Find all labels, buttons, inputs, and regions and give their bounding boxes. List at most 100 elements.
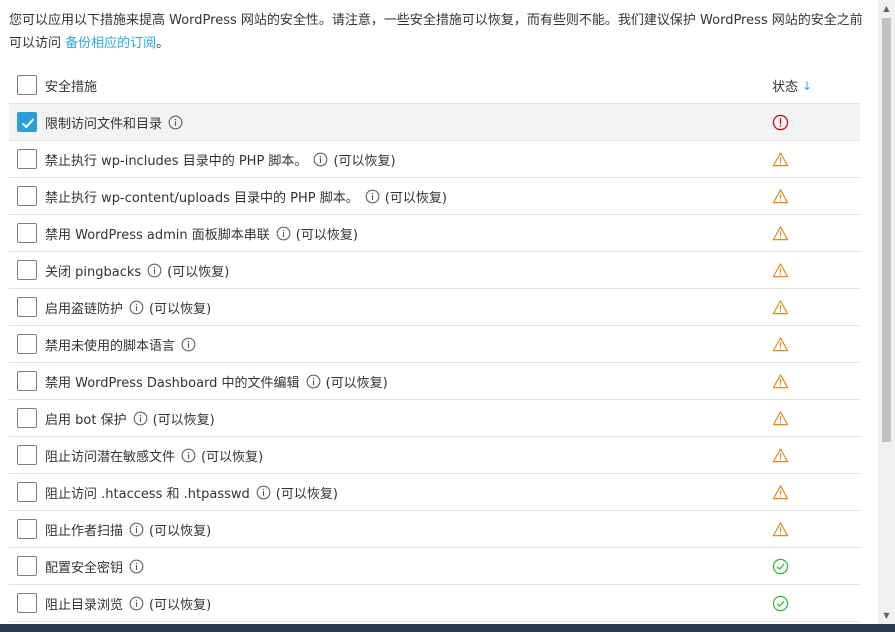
measure-name: 阻止访问潜在敏感文件 [45,450,176,465]
security-page: 您可以应用以下措施来提高 WordPress 网站的安全性。请注意，一些安全措施… [0,0,895,632]
table-row[interactable]: 阻止访问潜在敏感文件 (可以恢复) [9,437,860,474]
measure-name: 配置安全密钥 [45,561,124,576]
reversible-note: (可以恢复) [325,376,388,391]
measure-checkbox[interactable] [17,482,37,502]
vertical-scrollbar[interactable]: ▲ ▼ [878,0,895,632]
table-row[interactable]: 配置安全密钥 [9,548,860,585]
info-icon[interactable] [129,596,144,611]
info-icon[interactable] [168,115,183,130]
warning-status-icon [772,337,789,352]
reversible-note: (可以恢复) [149,524,212,539]
table-header: 安全措施 状态 ↓ [9,67,860,104]
measure-name: 阻止目录浏览 [45,598,124,613]
ok-status-icon [772,558,789,575]
warning-status-icon [772,448,789,463]
measure-checkbox[interactable] [17,297,37,317]
measure-checkbox[interactable] [17,408,37,428]
measure-name: 启用盗链防护 [45,302,124,317]
measure-name: 阻止作者扫描 [45,524,124,539]
reversible-note: (可以恢复) [201,450,264,465]
warning-status-icon [772,300,789,315]
table-row[interactable]: 禁止执行 wp-includes 目录中的 PHP 脚本。 (可以恢复) [9,141,860,178]
measure-label: 禁止执行 wp-content/uploads 目录中的 PHP 脚本。 (可以恢… [45,178,447,215]
status-cell [772,437,789,474]
measure-checkbox[interactable] [17,149,37,169]
info-icon[interactable] [306,374,321,389]
measure-checkbox[interactable] [17,593,37,613]
table-body: 限制访问文件和目录禁止执行 wp-includes 目录中的 PHP 脚本。 (可… [9,104,860,622]
info-icon[interactable] [256,485,271,500]
reversible-note: (可以恢复) [384,191,447,206]
status-cell [772,511,789,548]
status-cell [772,215,789,252]
info-icon[interactable] [276,226,291,241]
status-cell [772,326,789,363]
measure-checkbox[interactable] [17,186,37,206]
info-icon[interactable] [133,411,148,426]
table-row[interactable]: 禁止执行 wp-content/uploads 目录中的 PHP 脚本。 (可以恢… [9,178,860,215]
info-icon[interactable] [129,522,144,537]
warning-status-icon [772,485,789,500]
table-row[interactable]: 限制访问文件和目录 [9,104,860,141]
intro-text: 您可以应用以下措施来提高 WordPress 网站的安全性。请注意，一些安全措施… [9,9,869,55]
measure-name: 限制访问文件和目录 [45,117,163,132]
info-icon[interactable] [365,189,380,204]
sort-down-icon: ↓ [802,78,813,93]
status-cell [772,400,789,437]
measure-name: 禁用 WordPress admin 面板脚本串联 [45,228,270,243]
measure-checkbox[interactable] [17,556,37,576]
status-cell [772,474,789,511]
measure-checkbox[interactable] [17,371,37,391]
reversible-note: (可以恢复) [149,302,212,317]
warning-status-icon [772,152,789,167]
measure-checkbox[interactable] [17,445,37,465]
measure-checkbox[interactable] [17,223,37,243]
table-row[interactable]: 启用盗链防护 (可以恢复) [9,289,860,326]
scroll-thumb[interactable] [882,18,891,442]
measure-checkbox[interactable] [17,519,37,539]
table-row[interactable]: 阻止访问 .htaccess 和 .htpasswd (可以恢复) [9,474,860,511]
table-row[interactable]: 启用 bot 保护 (可以恢复) [9,400,860,437]
status-cell [772,104,789,141]
scroll-down-arrow-icon[interactable]: ▼ [878,607,895,624]
header-measures-label: 安全措施 [45,80,98,95]
info-icon[interactable] [147,263,162,278]
select-all-checkbox[interactable] [17,75,37,95]
measure-label: 禁用 WordPress admin 面板脚本串联 (可以恢复) [45,215,358,252]
status-column-header[interactable]: 状态 ↓ [772,67,812,104]
measure-label: 阻止目录浏览 (可以恢复) [45,585,211,622]
table-row[interactable]: 禁用 WordPress Dashboard 中的文件编辑 (可以恢复) [9,363,860,400]
table-row[interactable]: 阻止作者扫描 (可以恢复) [9,511,860,548]
error-status-icon [772,114,789,131]
warning-status-icon [772,374,789,389]
info-icon[interactable] [181,448,196,463]
reversible-note: (可以恢复) [295,228,358,243]
measure-label: 禁用未使用的脚本语言 [45,326,196,363]
backup-subscription-link[interactable]: 备份相应的订阅 [65,36,156,51]
status-cell [772,289,789,326]
measure-name: 禁用未使用的脚本语言 [45,339,176,354]
measure-label: 启用盗链防护 (可以恢复) [45,289,211,326]
table-row[interactable]: 关闭 pingbacks (可以恢复) [9,252,860,289]
info-icon[interactable] [129,559,144,574]
table-row[interactable]: 阻止目录浏览 (可以恢复) [9,585,860,622]
warning-status-icon [772,411,789,426]
measure-label: 限制访问文件和目录 [45,104,183,141]
measure-checkbox[interactable] [17,112,37,132]
status-cell [772,585,789,622]
measure-name: 关闭 pingbacks [45,265,142,280]
table-row[interactable]: 禁用未使用的脚本语言 [9,326,860,363]
info-icon[interactable] [181,337,196,352]
info-icon[interactable] [313,152,328,167]
table-row[interactable]: 禁用 WordPress admin 面板脚本串联 (可以恢复) [9,215,860,252]
status-header-label: 状态 [772,80,799,95]
warning-status-icon [772,522,789,537]
measure-checkbox[interactable] [17,334,37,354]
info-icon[interactable] [129,300,144,315]
scroll-up-arrow-icon[interactable]: ▲ [878,0,895,17]
measure-label: 阻止访问潜在敏感文件 (可以恢复) [45,437,263,474]
measure-label: 阻止作者扫描 (可以恢复) [45,511,211,548]
bottom-bar [0,624,895,632]
measure-checkbox[interactable] [17,260,37,280]
checkmark-icon [21,118,35,129]
